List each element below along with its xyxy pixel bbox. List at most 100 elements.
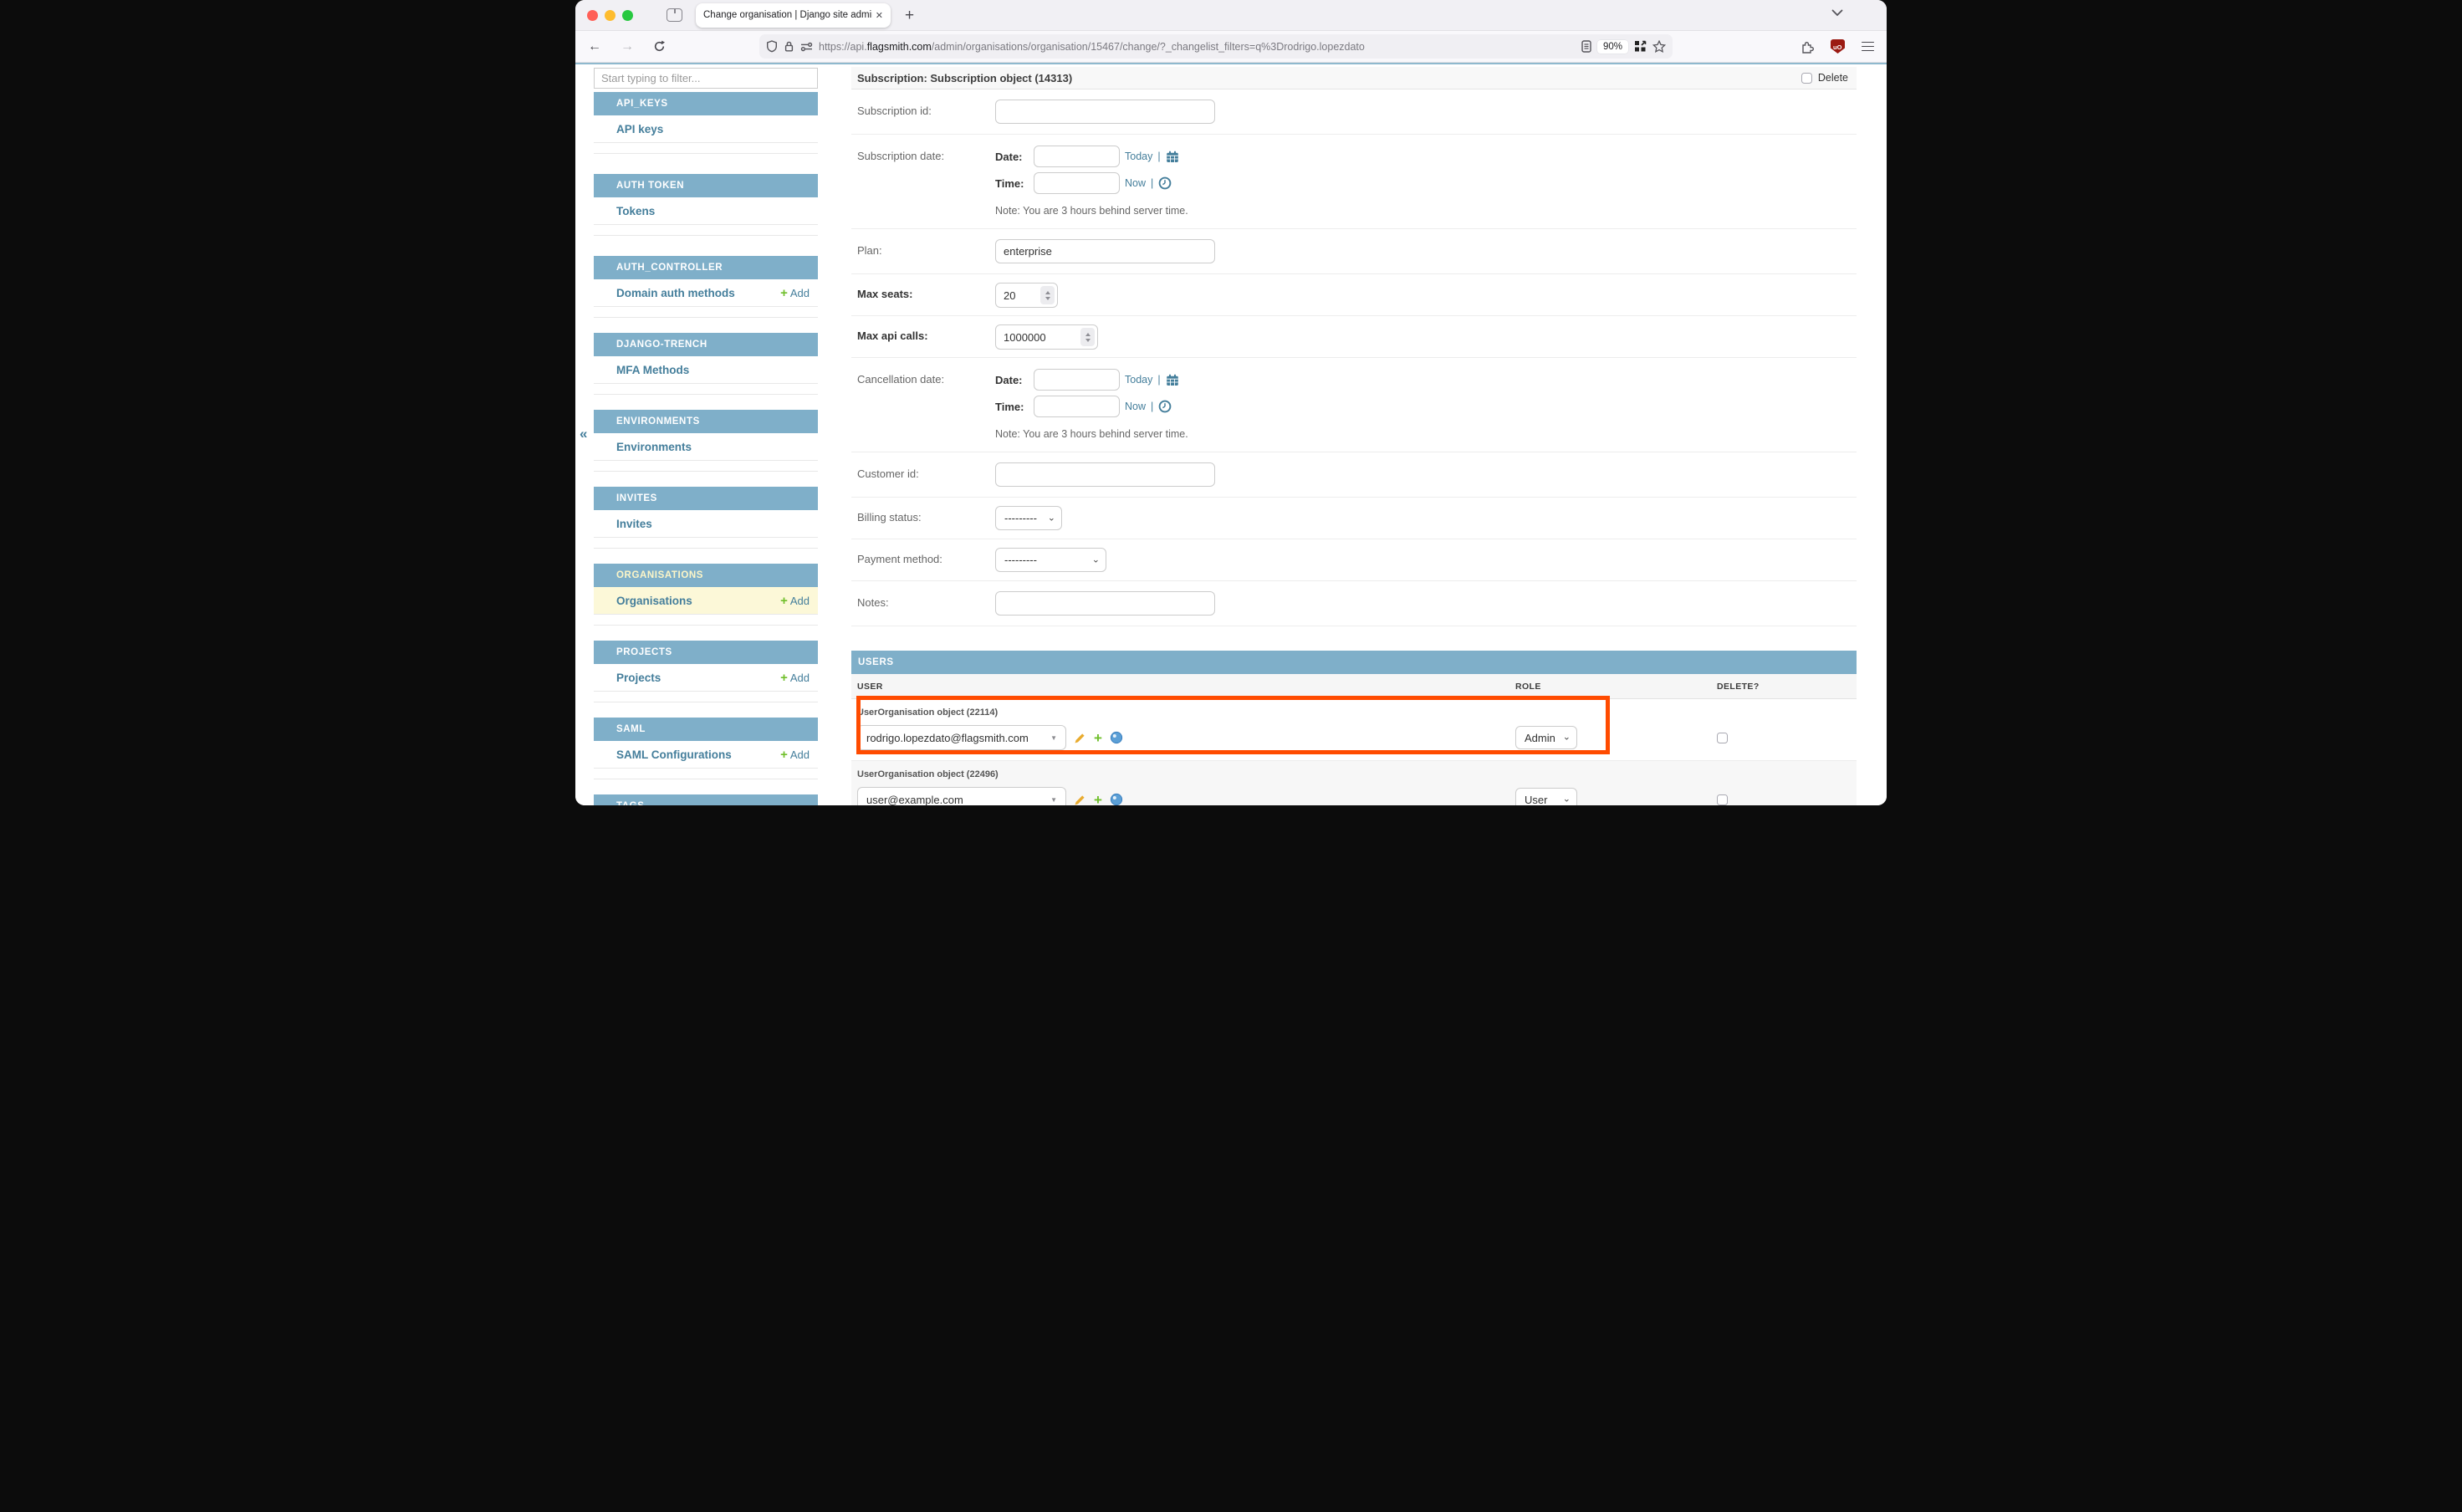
calendar-icon[interactable] <box>1166 374 1179 386</box>
field-label: Customer id: <box>857 462 995 487</box>
chevron-down-icon: ⌄ <box>1048 512 1055 523</box>
customer-id-input[interactable] <box>995 462 1215 487</box>
module-header: SAML <box>594 718 818 741</box>
sidebar-filter-input[interactable] <box>594 68 818 89</box>
column-header-delete: DELETE? <box>1717 682 1857 692</box>
plan-input[interactable] <box>995 239 1215 263</box>
edit-pencil-icon[interactable] <box>1074 732 1086 744</box>
sidebar-item-domain-auth-methods[interactable]: Domain auth methods +Add <box>594 279 818 307</box>
url-bar[interactable]: https://api.flagsmith.com/admin/organisa… <box>759 34 1673 59</box>
view-eye-icon[interactable] <box>1110 731 1123 744</box>
module-spacer-row <box>594 307 818 318</box>
sidebar-item-tokens[interactable]: Tokens <box>594 197 818 225</box>
module-header: ORGANISATIONS <box>594 564 818 587</box>
url-text[interactable]: https://api.flagsmith.com/admin/organisa… <box>819 41 1576 53</box>
bookmark-star-icon[interactable] <box>1652 40 1666 53</box>
add-link[interactable]: +Add <box>780 595 810 607</box>
module-spacer-row <box>594 692 818 702</box>
browser-window: Change organisation | Django site admin … <box>575 0 1887 805</box>
permissions-icon[interactable] <box>800 42 813 52</box>
new-tab-button[interactable]: + <box>905 8 914 23</box>
add-link[interactable]: +Add <box>780 672 810 684</box>
field-label: Max seats: <box>857 283 995 308</box>
module-spacer-row <box>594 143 818 154</box>
inline-object-label: UserOrganisation object (22496) <box>857 769 1857 779</box>
inline-object-label: UserOrganisation object (22114) <box>857 707 1857 718</box>
sidebar-toggle-icon[interactable] <box>667 8 682 22</box>
sidebar-item-organisations[interactable]: Organisations +Add <box>594 587 818 615</box>
subscription-time-input[interactable] <box>1034 172 1120 194</box>
add-related-icon[interactable]: + <box>1094 793 1102 806</box>
subscription-date-input[interactable] <box>1034 146 1120 167</box>
clock-icon[interactable] <box>1158 176 1172 190</box>
delete-label: Delete <box>1818 72 1848 84</box>
edit-pencil-icon[interactable] <box>1074 794 1086 806</box>
timezone-note: Note: You are 3 hours behind server time… <box>995 205 1188 217</box>
delete-checkbox[interactable] <box>1801 73 1812 84</box>
chevron-down-icon: ⌄ <box>1563 794 1571 805</box>
extensions-puzzle-icon[interactable] <box>1801 40 1814 54</box>
lock-icon[interactable] <box>784 40 794 53</box>
forward-button[interactable]: → <box>621 40 634 54</box>
cancellation-time-input[interactable] <box>1034 396 1120 417</box>
view-eye-icon[interactable] <box>1110 793 1123 805</box>
add-related-icon[interactable]: + <box>1094 731 1102 745</box>
fullscreen-icon[interactable] <box>1634 40 1647 53</box>
delete-row-checkbox[interactable] <box>1717 733 1728 743</box>
list-tabs-chevron-icon[interactable] <box>1831 9 1843 17</box>
number-stepper[interactable] <box>1080 328 1095 346</box>
notes-input[interactable] <box>995 591 1215 616</box>
tab-close-icon[interactable]: ✕ <box>876 10 883 21</box>
sidebar-item-api-keys[interactable]: API keys <box>594 115 818 143</box>
back-button[interactable]: ← <box>588 40 601 54</box>
now-link[interactable]: Now <box>1125 177 1146 189</box>
browser-tab[interactable]: Change organisation | Django site admin … <box>696 3 891 28</box>
sidebar-collapse-button[interactable]: « <box>580 426 587 442</box>
app-menu-icon[interactable] <box>1862 42 1874 52</box>
object-title: Subscription: Subscription object (14313… <box>857 72 1072 84</box>
user-select[interactable]: rodrigo.lopezdato@flagsmith.com▼ <box>857 725 1066 750</box>
field-label: Max api calls: <box>857 324 995 350</box>
sidebar-item-mfa-methods[interactable]: MFA Methods <box>594 356 818 384</box>
module-header: ENVIRONMENTS <box>594 410 818 433</box>
module-header: API_KEYS <box>594 92 818 115</box>
cancellation-date-input[interactable] <box>1034 369 1120 391</box>
subscription-id-input[interactable] <box>995 100 1215 124</box>
ublock-origin-icon[interactable]: uO <box>1831 39 1845 54</box>
object-header-band: Subscription: Subscription object (14313… <box>851 67 1857 89</box>
role-select[interactable]: Admin⌄ <box>1515 726 1577 749</box>
add-link[interactable]: +Add <box>780 748 810 761</box>
sidebar-item-saml-configurations[interactable]: SAML Configurations +Add <box>594 741 818 769</box>
today-link[interactable]: Today <box>1125 374 1152 386</box>
traffic-light-zoom-icon[interactable] <box>622 10 633 21</box>
change-form: Subscription: Subscription object (14313… <box>851 67 1857 805</box>
reader-view-icon[interactable] <box>1581 40 1591 53</box>
module-spacer-row <box>594 769 818 779</box>
today-link[interactable]: Today <box>1125 151 1152 162</box>
sidebar-module-environments: ENVIRONMENTS Environments <box>594 410 818 472</box>
user-select[interactable]: user@example.com▼ <box>857 787 1066 805</box>
module-spacer-row <box>594 384 818 395</box>
number-stepper[interactable] <box>1040 286 1055 304</box>
calendar-icon[interactable] <box>1166 151 1179 163</box>
browser-toolbar: ← → https://api.flagsmith.com/admin/orga… <box>575 31 1887 63</box>
clock-icon[interactable] <box>1158 400 1172 413</box>
tracking-shield-icon[interactable] <box>766 40 778 53</box>
users-table-header: USER ROLE DELETE? <box>851 674 1857 699</box>
sidebar-item-projects[interactable]: Projects +Add <box>594 664 818 692</box>
page-content: « API_KEYS API keys AUTH TOKEN Tokens AU… <box>575 64 1887 805</box>
role-select[interactable]: User⌄ <box>1515 788 1577 805</box>
reload-button[interactable] <box>653 40 666 53</box>
column-header-role: ROLE <box>1515 682 1717 692</box>
add-link[interactable]: +Add <box>780 287 810 299</box>
sidebar-item-invites[interactable]: Invites <box>594 510 818 538</box>
delete-row-checkbox[interactable] <box>1717 794 1728 805</box>
zoom-level-button[interactable]: 90% <box>1597 40 1628 54</box>
field-label: Notes: <box>857 591 995 616</box>
billing-status-select[interactable]: ---------⌄ <box>995 506 1062 530</box>
sidebar-item-environments[interactable]: Environments <box>594 433 818 461</box>
traffic-light-minimize-icon[interactable] <box>605 10 616 21</box>
traffic-light-close-icon[interactable] <box>587 10 598 21</box>
now-link[interactable]: Now <box>1125 401 1146 412</box>
payment-method-select[interactable]: ---------⌄ <box>995 548 1106 572</box>
